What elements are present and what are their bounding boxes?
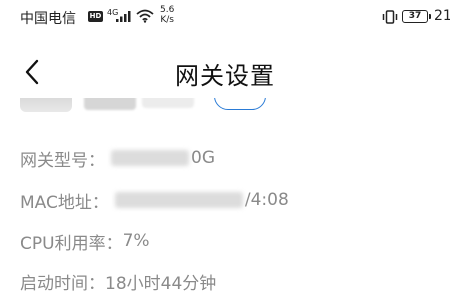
cpu-usage-value: 7%: [122, 231, 150, 251]
battery-level: 37: [408, 11, 422, 21]
uptime-row: 启动时间： 18小时44分钟: [20, 267, 216, 295]
mac-address-value: /4:08: [244, 190, 289, 210]
mac-address-row: MAC地址： /4:08: [20, 186, 289, 214]
cpu-usage-row: CPU利用率： 7%: [20, 227, 150, 255]
wifi-icon: [136, 9, 154, 23]
network-speed: 5.6 K/s: [160, 5, 174, 25]
gateway-model-row: 网关型号： 0G: [20, 144, 215, 172]
speed-unit: K/s: [160, 15, 174, 25]
gateway-model-value: 0G: [191, 148, 215, 168]
device-subtitle-redacted: [142, 98, 194, 108]
page-title: 网关设置: [175, 62, 275, 90]
mac-address-label: MAC地址：: [20, 192, 109, 213]
uptime-value: 18小时44分钟: [105, 273, 217, 294]
status-time: 21: [434, 8, 450, 24]
speed-value: 5.6: [160, 5, 175, 15]
vibrate-icon: [382, 10, 398, 24]
device-action-button[interactable]: [214, 98, 266, 110]
mac-address-redacted: [114, 192, 243, 208]
carrier-name: 中国电信: [20, 11, 76, 27]
gateway-model-redacted: [111, 150, 189, 166]
uptime-label: 启动时间：: [20, 273, 105, 294]
gateway-model-label: 网关型号：: [20, 150, 105, 171]
device-card: [0, 98, 450, 116]
signal-icon: [116, 11, 131, 22]
battery-icon: 37: [402, 10, 431, 23]
cpu-usage-label: CPU利用率：: [20, 233, 123, 254]
device-name-redacted: [84, 98, 136, 110]
device-image: [20, 98, 72, 112]
hd-badge: HD: [88, 11, 103, 22]
status-bar: 中国电信 HD 4G 5.6 K/s 37 21: [0, 0, 450, 34]
